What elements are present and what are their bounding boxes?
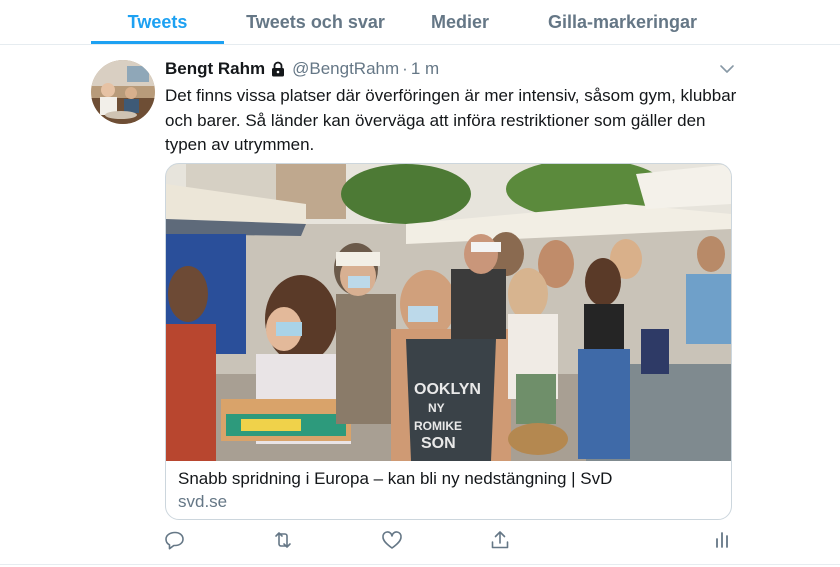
tweet-divider bbox=[0, 564, 840, 565]
like-icon[interactable] bbox=[380, 528, 404, 552]
separator-dot: · bbox=[402, 59, 408, 78]
author-name[interactable]: Bengt Rahm bbox=[165, 59, 265, 79]
tab-media[interactable]: Medier bbox=[418, 0, 502, 44]
link-card[interactable]: OOKLYN NY ROMIKE SON Snabb spridning i E… bbox=[165, 163, 732, 520]
tweet-text: Det finns vissa platser där överföringen… bbox=[165, 86, 737, 154]
shirt-print: OOKLYN bbox=[414, 381, 481, 398]
card-image: OOKLYN NY ROMIKE SON bbox=[166, 164, 731, 461]
svg-text:ROMIKE: ROMIKE bbox=[414, 419, 462, 433]
card-domain: svd.se bbox=[178, 492, 228, 511]
lock-icon bbox=[271, 61, 285, 77]
tab-tweets[interactable]: Tweets bbox=[91, 0, 224, 44]
timestamp[interactable]: 1 m bbox=[411, 59, 439, 79]
chevron-down-icon[interactable] bbox=[719, 62, 735, 74]
tab-likes[interactable]: Gilla-markeringar bbox=[536, 0, 709, 44]
svg-text:NY: NY bbox=[428, 401, 445, 415]
share-icon[interactable] bbox=[488, 528, 512, 552]
tab-tweets-and-replies[interactable]: Tweets och svar bbox=[238, 0, 393, 44]
profile-tabs: Tweets Tweets och svar Medier Gilla-mark… bbox=[0, 0, 840, 45]
tweet-header: Bengt Rahm @BengtRahm · 1 m bbox=[165, 57, 439, 81]
analytics-icon[interactable] bbox=[710, 528, 734, 552]
retweet-icon[interactable] bbox=[271, 528, 295, 552]
tweet-actions bbox=[0, 528, 840, 556]
svg-text:SON: SON bbox=[421, 435, 456, 452]
card-title[interactable]: Snabb spridning i Europa – kan bli ny ne… bbox=[178, 469, 612, 489]
reply-icon[interactable] bbox=[163, 528, 187, 552]
author-handle[interactable]: @BengtRahm bbox=[292, 59, 399, 79]
active-tab-indicator bbox=[91, 41, 224, 44]
avatar[interactable] bbox=[91, 60, 155, 124]
